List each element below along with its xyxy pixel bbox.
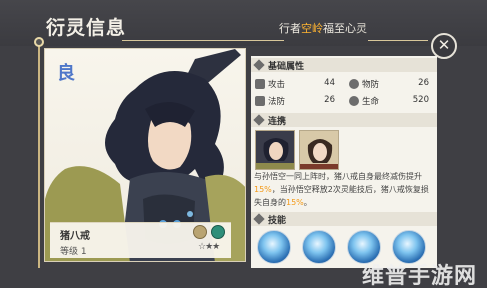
stat-physical-defense: 物防	[349, 78, 379, 90]
header-divider-right	[368, 40, 428, 41]
tagline-highlight: 空岭	[301, 22, 323, 35]
decorative-line	[38, 46, 40, 268]
magic-shield-icon	[255, 96, 265, 106]
stat-label: 生命	[362, 97, 380, 107]
tagline-end: 灵	[356, 22, 367, 35]
seal-character: 良	[57, 63, 75, 84]
desc-value: 15%	[254, 185, 272, 194]
stat-health: 生命	[349, 95, 379, 107]
skill-icon-2[interactable]	[302, 230, 336, 264]
info-panel: 基础属性 攻击 44 物防 26 法防 26 生命 520 连携 与孙悟空一同上…	[251, 56, 437, 268]
star-rating: ☆★★	[198, 242, 220, 252]
desc-value: 15%	[286, 198, 304, 207]
stat-label: 物防	[362, 80, 380, 90]
section-marker-icon	[253, 114, 265, 126]
link-description: 与孙悟空一同上阵时，猪八戒自身最终减伤提升 15%，当孙悟空释放2次灵能技后，猪八…	[254, 170, 434, 209]
stat-magic-defense-value: 26	[324, 95, 335, 105]
skill-icon-1[interactable]	[257, 230, 291, 264]
stat-magic-defense: 法防	[255, 95, 285, 107]
sword-icon	[255, 79, 265, 89]
section-marker-icon	[253, 213, 265, 225]
desc-text: ，当孙悟空释放2次灵能技后，猪八戒恢复损失自身的	[254, 185, 429, 207]
character-namebox: 猪八戒 等级 1 ☆★★	[50, 222, 231, 258]
page-title: 衍灵信息	[46, 17, 127, 39]
pin-ornament-icon	[34, 37, 44, 47]
character-name: 猪八戒	[60, 231, 90, 242]
section-title: 技能	[268, 216, 287, 226]
stat-attack: 攻击	[255, 78, 285, 90]
desc-text: 与孙悟空一同上阵时，猪八戒自身最终减伤提升	[254, 172, 422, 181]
section-basic-attributes: 基础属性	[251, 58, 437, 72]
header-divider-left	[122, 40, 284, 41]
link-portrait-art	[300, 131, 338, 169]
section-marker-icon	[253, 59, 265, 71]
watermark-text: 维普手游网	[362, 264, 478, 288]
element-badge-icon[interactable]	[193, 225, 207, 239]
stat-physical-defense-value: 26	[418, 78, 429, 88]
stat-attack-value: 44	[324, 78, 335, 88]
link-portrait-art	[256, 131, 294, 169]
section-title: 连携	[268, 117, 287, 127]
character-level: 等级 1	[60, 247, 87, 257]
class-badge-icon[interactable]	[211, 225, 225, 239]
link-partner-portrait-2[interactable]	[299, 130, 339, 170]
heart-icon	[349, 96, 359, 106]
stat-label: 法防	[268, 97, 286, 107]
tagline-prefix: 行者	[279, 22, 301, 35]
tagline: 行者空岭福至心灵	[279, 20, 367, 36]
section-link: 连携	[251, 113, 437, 127]
stat-health-value: 520	[412, 95, 429, 105]
section-title: 基础属性	[268, 62, 305, 72]
shield-icon	[349, 79, 359, 89]
stat-label: 攻击	[268, 80, 286, 90]
section-skills: 技能	[251, 212, 437, 226]
link-partner-portrait-1[interactable]	[255, 130, 295, 170]
tagline-suffix: 福至心	[323, 22, 356, 35]
desc-text: 。	[303, 198, 312, 207]
